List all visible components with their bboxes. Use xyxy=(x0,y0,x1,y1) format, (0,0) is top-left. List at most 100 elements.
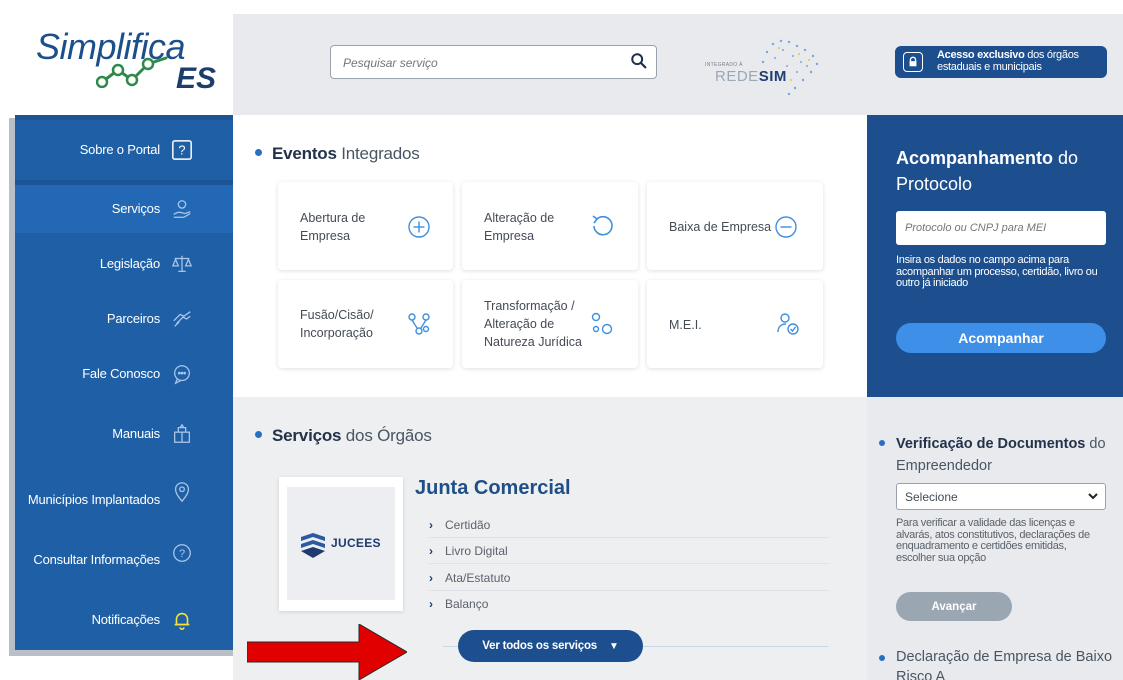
avancar-button[interactable]: Avançar xyxy=(896,592,1012,621)
logo-es-text: ES xyxy=(176,62,217,95)
redesim-text: REDESIM xyxy=(715,68,787,85)
acompanhamento-title: Acompanhamento do Protocolo xyxy=(896,145,1106,197)
svg-text:?: ? xyxy=(179,548,185,560)
card-fusao-cisao-incorporacao[interactable]: Fusão/Cisão/ Incorporação xyxy=(278,280,453,368)
chat-icon xyxy=(170,362,194,386)
chevron-right-icon: › xyxy=(429,570,433,585)
verificacao-panel: Verificação de Documentos do Empreendedo… xyxy=(867,397,1123,680)
logo-graph-icon xyxy=(96,56,168,88)
jucees-logo: JUCEES xyxy=(287,487,395,600)
sidebar-item-legislacao[interactable]: Legislação xyxy=(15,238,233,290)
merge-icon xyxy=(406,311,432,337)
user-check-icon xyxy=(775,311,801,337)
sidebar-item-label: Fale Conosco xyxy=(82,366,160,381)
ver-todos-servicos-button[interactable]: Ver todos os serviços ▼ xyxy=(458,630,643,662)
acompanhamento-help: Insira os dados no campo acima para acom… xyxy=(896,254,1098,289)
redesim-logo[interactable]: INTEGRADO À REDESIM xyxy=(703,36,825,98)
org-title: Junta Comercial xyxy=(415,477,571,499)
chevron-down-icon xyxy=(1088,493,1098,500)
chevron-right-icon: › xyxy=(429,543,433,558)
scales-icon xyxy=(170,252,194,276)
sidebar-item-notificacoes[interactable]: Notificações xyxy=(15,595,233,645)
service-link-label: Ata/Estatuto xyxy=(445,570,511,585)
search-box xyxy=(330,45,657,79)
sidebar-item-fale-conosco[interactable]: Fale Conosco xyxy=(15,348,233,400)
sidebar-item-consultar-informacoes[interactable]: Consultar Informações ? xyxy=(15,535,233,585)
acompanhamento-panel: Acompanhamento do Protocolo Insira os da… xyxy=(867,115,1123,397)
eventos-title: Eventos Integrados xyxy=(255,144,420,164)
protocolo-input[interactable] xyxy=(896,211,1106,245)
service-link-balanco[interactable]: › Balanço xyxy=(429,591,829,617)
right-top-bar: Acesso exclusivo dos órgãos estaduais e … xyxy=(867,14,1123,115)
service-link-livro-digital[interactable]: › Livro Digital xyxy=(429,538,829,564)
bullet-dot xyxy=(255,431,262,439)
sidebar-item-label: Municípios Implantados xyxy=(27,492,160,507)
location-pin-icon xyxy=(170,480,194,504)
select-value: Selecione xyxy=(905,489,958,504)
sidebar-item-label: Notificações xyxy=(91,612,161,627)
bullet-dot xyxy=(255,149,262,157)
bell-icon xyxy=(170,608,194,632)
declaracao-link[interactable]: Declaração de Empresa de Baixo Risco A xyxy=(896,647,1116,680)
card-alteracao-de-empresa[interactable]: Alteração de Empresa xyxy=(462,182,638,270)
search-input[interactable] xyxy=(343,53,613,73)
service-link-ata-estatuto[interactable]: › Ata/Estatuto xyxy=(429,565,829,591)
sidebar-item-manuais[interactable]: Manuais xyxy=(15,405,233,463)
minus-circle-icon xyxy=(773,214,799,240)
card-abertura-de-empresa[interactable]: Abertura de Empresa xyxy=(278,182,453,270)
jucees-logo-text: JUCEES xyxy=(331,536,381,550)
lock-icon xyxy=(903,52,923,72)
verif-title-bold: Verificação de Documentos xyxy=(896,436,1086,452)
question-icon: ? xyxy=(170,138,194,162)
card-label: Alteração de Empresa xyxy=(484,211,555,243)
sidebar-item-sobre-o-portal[interactable]: Sobre o Portal ? xyxy=(15,120,233,180)
sidebar-item-label: Serviços xyxy=(111,201,160,216)
sidebar-item-parceiros[interactable]: Parceiros xyxy=(15,293,233,345)
servicos-title: Serviços dos Órgãos xyxy=(255,426,432,446)
sidebar-item-label: Manuais xyxy=(112,426,160,441)
verificacao-help: Para verificar a validade das licenças e… xyxy=(896,517,1090,564)
card-transformacao[interactable]: Transformação / Alteração de Natureza Ju… xyxy=(462,280,638,368)
sidebar-item-municipios-implantados[interactable]: Municípios Implantados xyxy=(15,475,233,525)
eventos-integrados-section: Eventos Integrados Abertura de Empresa A… xyxy=(233,115,867,397)
eventos-title-bold: Eventos xyxy=(272,144,337,163)
card-baixa-de-empresa[interactable]: Baixa de Empresa xyxy=(647,182,823,270)
transform-icon xyxy=(589,311,615,337)
brazil-map-icon xyxy=(761,39,819,96)
acompanhar-button[interactable]: Acompanhar xyxy=(896,323,1106,353)
sidebar-item-label: Legislação xyxy=(99,256,160,271)
chevron-right-icon: › xyxy=(429,597,433,611)
sidebar-item-label: Parceiros xyxy=(106,311,160,326)
card-label: Baixa de Empresa xyxy=(669,220,772,234)
service-link-label: Livro Digital xyxy=(445,543,508,558)
verificacao-title: Verificação de Documentos do Empreendedo… xyxy=(896,433,1123,477)
restricted-access-button[interactable]: Acesso exclusivo dos órgãos estaduais e … xyxy=(895,46,1107,78)
sidebar-item-servicos[interactable]: Serviços xyxy=(15,185,233,233)
jucees-mark-icon xyxy=(301,533,325,558)
card-mei[interactable]: M.E.I. xyxy=(647,280,823,368)
simplifica-es-logo[interactable]: Simplifica ES xyxy=(36,22,226,95)
undo-icon xyxy=(589,212,615,238)
service-link-label: Balanço xyxy=(445,597,489,611)
jucees-logo-card[interactable]: JUCEES xyxy=(279,477,403,611)
svg-text:?: ? xyxy=(178,143,185,158)
card-label: Abertura de Empresa xyxy=(300,211,366,243)
redesim-light-text: REDE xyxy=(715,68,759,85)
search-icon[interactable] xyxy=(630,52,648,70)
service-link-certidao[interactable]: › Certidão xyxy=(429,512,829,538)
ver-todos-label: Ver todos os serviços xyxy=(482,640,597,652)
chevron-right-icon: › xyxy=(429,517,433,532)
eventos-title-rest: Integrados xyxy=(336,144,420,163)
book-icon xyxy=(170,422,194,446)
hand-service-icon xyxy=(170,197,194,221)
servicos-title-bold: Serviços xyxy=(272,426,342,445)
top-bar: INTEGRADO À REDESIM xyxy=(233,14,867,115)
document-type-select[interactable]: Selecione xyxy=(896,483,1106,510)
chevron-down-icon: ▼ xyxy=(608,640,619,652)
page: Simplifica ES Sobre o Portal ? Serviços xyxy=(0,0,1123,680)
sidebar-item-label: Sobre o Portal xyxy=(79,142,161,157)
servicos-title-rest: dos Órgãos xyxy=(341,426,432,445)
service-link-label: Certidão xyxy=(445,517,491,532)
card-label: Fusão/Cisão/ Incorporação xyxy=(300,308,374,340)
question-circle-icon: ? xyxy=(170,541,194,565)
